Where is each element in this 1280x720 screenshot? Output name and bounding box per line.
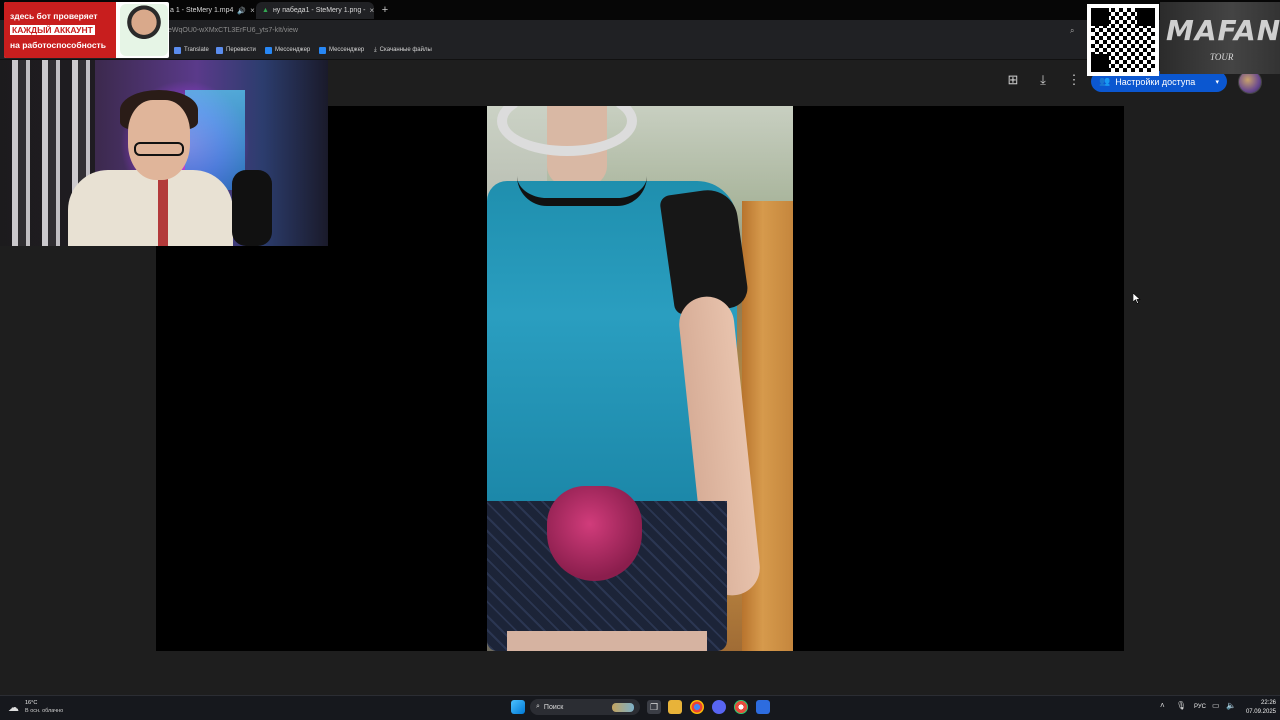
chevron-down-icon[interactable]: ▾ [1215,78,1219,86]
search-icon: ⌕ [536,703,540,710]
streamer-webcam [0,60,328,246]
promo-line-3: на работоспособность [10,40,106,50]
taskbar [0,695,1280,720]
shirt-collar [517,176,647,206]
promo-line-1: здесь бот проверяет [10,11,98,21]
tab-video[interactable]: а 1 - SteMery 1.mp4 🔊 × [164,2,256,19]
person-legs [507,631,707,651]
app-window-icon[interactable] [756,700,770,714]
file-explorer-icon[interactable] [668,700,682,714]
chevron-up-icon[interactable]: ˄ [1160,701,1165,710]
taskbar-search[interactable]: ⌕ Поиск [530,699,640,715]
volume-icon[interactable]: 🔈 [1226,701,1236,710]
download-icon: ⤓ [374,46,377,53]
close-icon[interactable]: × [370,6,375,15]
promo-banner: здесь бот проверяет КАЖДЫЙ АККАУНТ на ра… [4,2,169,58]
video-frame[interactable] [487,106,793,651]
translate-icon [174,46,181,54]
url-field[interactable]: eWqOU0-wXMxCTL3ErFU6_yts7-kIt/view [168,24,1078,38]
bookmark-downloads[interactable]: ⤓ Скачанные файлы [374,44,432,56]
clock-time[interactable]: 22:26 [1250,700,1276,706]
shirt-embroidery [158,175,168,246]
bookmark-label: Перевести [226,47,256,53]
bookmark-label: Скачанные файлы [379,47,432,53]
clock-date[interactable]: 07.09.2025 [1240,709,1276,715]
qr-code [1087,4,1159,76]
streamer-face [128,100,190,180]
promo-portrait [120,4,168,56]
people-icon: 👥 [1099,76,1111,86]
pink-bag [547,486,642,581]
vk-icon [265,46,272,54]
speaker-icon[interactable]: 🔊 [237,7,246,15]
mouse-cursor-icon [1132,291,1141,309]
translate-icon [216,46,223,54]
bookmark-messenger-1[interactable]: Мессенджер [265,44,310,56]
vk-icon [319,46,326,54]
drive-icon: ▲ [262,7,269,14]
network-icon[interactable]: ▭ [1212,701,1220,710]
discord-icon[interactable] [712,700,726,714]
add-to-drive-icon[interactable]: ⊞ [1005,72,1021,88]
promo-line-2: КАЖДЫЙ АККАУНТ [10,25,95,35]
task-view-icon[interactable]: ❐ [647,700,661,714]
download-icon[interactable]: ⤓ [1035,72,1051,88]
zoom-search-icon[interactable]: ⌕ [1070,26,1074,36]
obs-icon[interactable] [734,700,748,714]
qr-pattern [1091,8,1155,72]
search-placeholder: Поиск [543,703,564,711]
bookmark-translate[interactable]: Translate [174,44,209,56]
language-indicator[interactable]: РУС [1194,704,1206,710]
weather-description[interactable]: В осн. облачно [25,708,63,714]
tab-image[interactable]: ▲ ну пабеда1 - SteMery 1.png - × [256,2,374,19]
tab-title: а 1 - SteMery 1.mp4 [170,7,234,14]
microphone [232,170,272,246]
microphone-icon[interactable]: 🎙 [1176,701,1186,710]
share-label: Настройки доступа [1115,76,1196,87]
sponsor-title: MAFANYA [1166,14,1280,47]
bookmark-perevesti[interactable]: Перевести [216,44,256,56]
weather-temperature[interactable]: 16°C [25,700,37,706]
bookmark-label: Translate [184,47,209,53]
windows-start-icon[interactable] [511,700,525,714]
new-tab-button[interactable]: + [379,3,391,17]
bookmark-label: Мессенджер [275,47,311,53]
more-vert-icon[interactable]: ⋮ [1066,72,1082,88]
tab-title: ну пабеда1 - SteMery 1.png - [272,7,366,14]
bookmark-label: Мессенджер [329,47,365,53]
chrome-icon[interactable] [690,700,704,714]
sponsor-subtitle: TOUR [1210,52,1234,62]
bookmark-messenger-2[interactable]: Мессенджер [319,44,364,56]
close-icon[interactable]: × [250,6,255,15]
search-highlight-icon [612,702,634,712]
cloud-icon[interactable]: ☁ [8,701,19,714]
glasses [134,142,184,156]
streamer-torso [68,170,233,246]
